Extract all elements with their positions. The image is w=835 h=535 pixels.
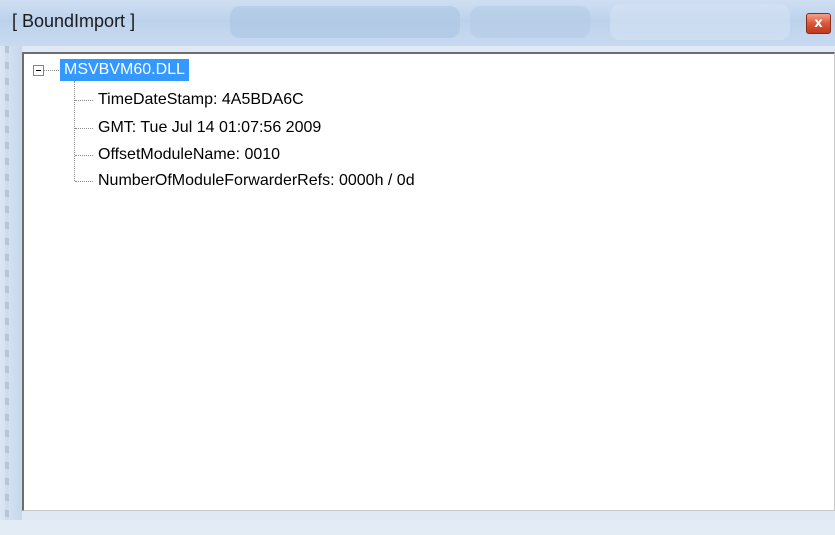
tree-connector [75,155,93,156]
tree-connector [44,70,59,71]
tree-node-offset-module-name[interactable]: OffsetModuleName: 0010 [98,144,280,166]
background-blur [230,6,460,38]
minus-box-icon [36,70,41,71]
window-frame-bottom [0,520,835,535]
tree-node-gmt[interactable]: GMT: Tue Jul 14 01:07:56 2009 [98,117,321,139]
tree-connector [75,128,93,129]
tree-connector [75,100,93,101]
tree-expander-button[interactable] [33,65,44,76]
tree-view[interactable]: MSVBVM60.DLL TimeDateStamp: 4A5BDA6C GMT… [22,52,835,511]
tree-node-forwarder-refs[interactable]: NumberOfModuleForwarderRefs: 0000h / 0d [98,170,415,192]
window-title: [ BoundImport ] [12,11,136,31]
window-frame-left [0,46,22,535]
tree-node-root[interactable]: MSVBVM60.DLL [60,59,189,81]
tree-node-time-date-stamp[interactable]: TimeDateStamp: 4A5BDA6C [98,89,304,111]
title-bar[interactable]: [ BoundImport ] x [0,0,835,46]
close-button[interactable]: x [806,13,831,34]
background-blur [610,4,790,40]
tree-connector [75,181,93,182]
close-icon: x [814,16,823,31]
background-blur [470,6,590,38]
tree-connector [74,81,75,181]
